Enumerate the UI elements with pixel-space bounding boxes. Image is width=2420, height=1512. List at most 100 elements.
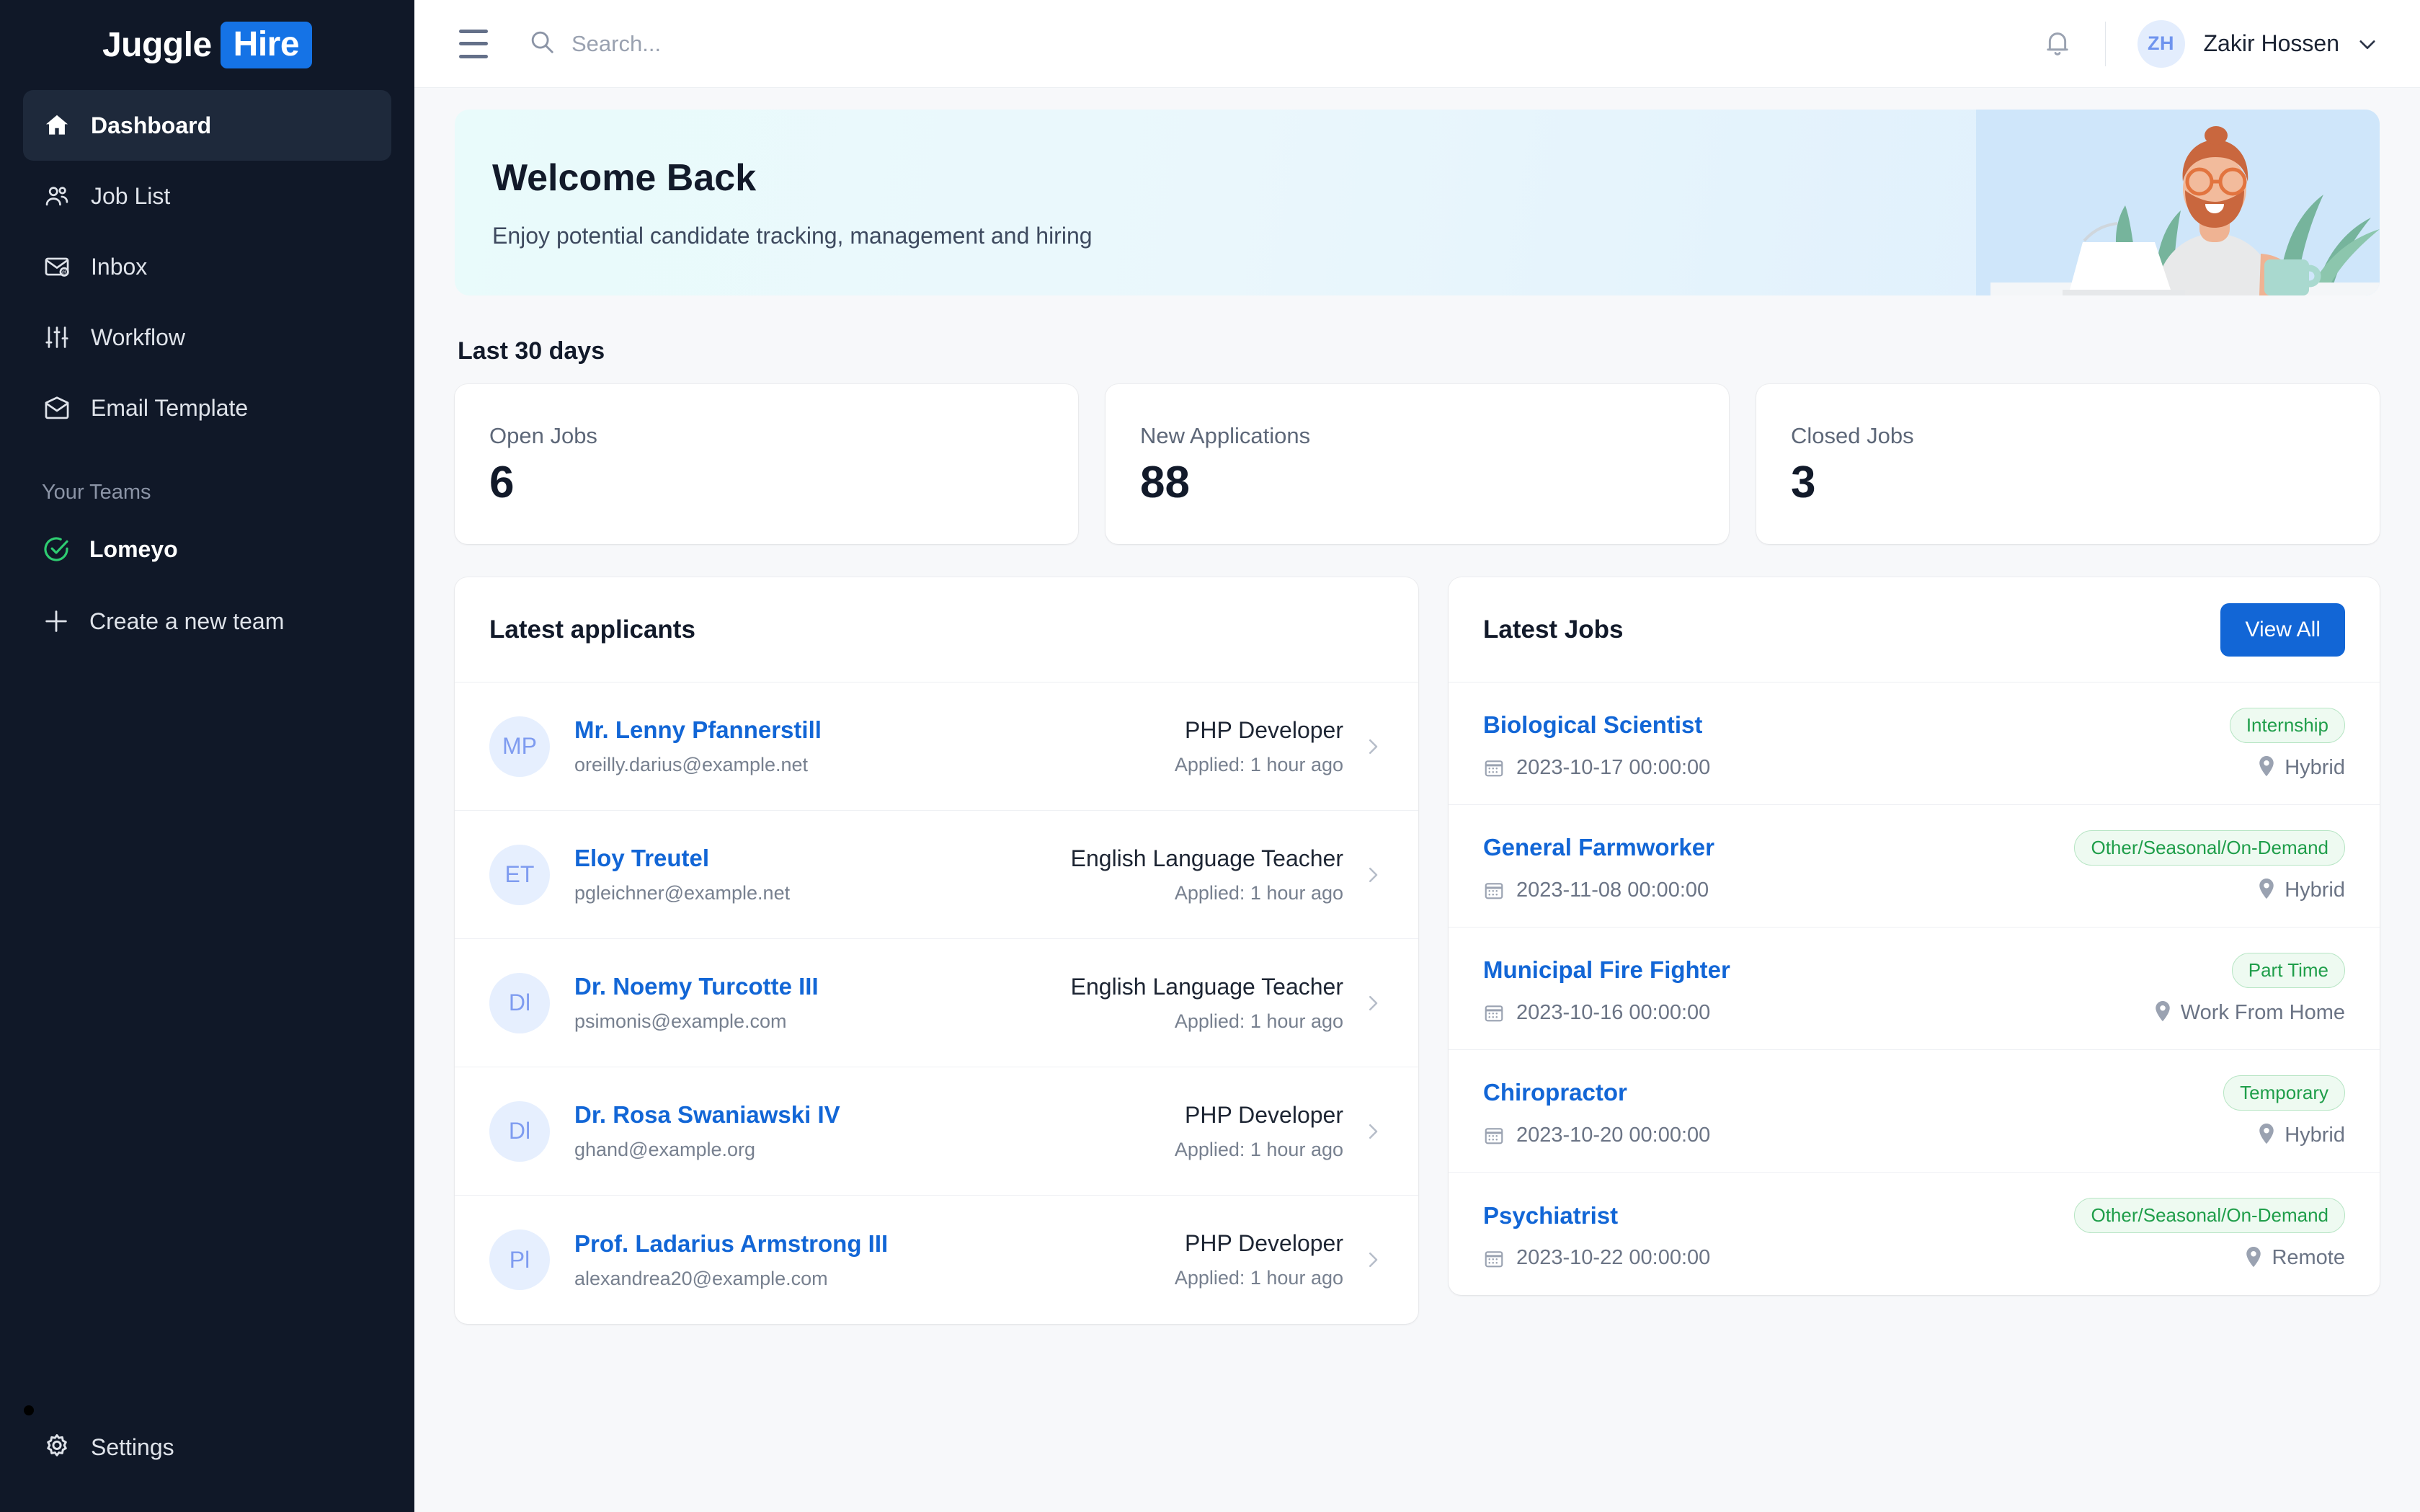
status-dot — [24, 1405, 34, 1415]
applicant-job: PHP Developer — [1185, 1230, 1343, 1256]
search-input[interactable] — [571, 30, 1004, 57]
applicant-name[interactable]: Eloy Treutel — [574, 845, 1071, 872]
chevron-down-icon[interactable] — [2355, 32, 2380, 56]
location-pin-icon — [2257, 756, 2276, 779]
plus-icon — [42, 607, 71, 636]
sidebar-item-dashboard[interactable]: Dashboard — [23, 90, 391, 161]
app-root: Juggle Hire Dashboard Job List @ Inbox W… — [0, 0, 2420, 1512]
calendar-icon — [1483, 1124, 1505, 1146]
sidebar: Juggle Hire Dashboard Job List @ Inbox W… — [0, 0, 414, 1512]
applicant-email: pgleichner@example.net — [574, 882, 791, 904]
applicant-email: alexandrea20@example.com — [574, 1267, 828, 1289]
calendar-icon — [1483, 1002, 1505, 1023]
topbar: ZH Zakir Hossen — [414, 0, 2420, 88]
job-date: 2023-10-17 00:00:00 — [1516, 755, 1711, 779]
applicant-email: psimonis@example.com — [574, 1010, 787, 1032]
list-item[interactable]: Chiropractor Temporary 2023-10-20 00:00:… — [1449, 1050, 2380, 1173]
list-item[interactable]: MP Mr. Lenny Pfannerstill oreilly.darius… — [455, 682, 1418, 811]
settings-label: Settings — [91, 1433, 174, 1460]
list-item[interactable]: Dl Dr. Noemy Turcotte III psimonis@examp… — [455, 939, 1418, 1067]
list-item[interactable]: General Farmworker Other/Seasonal/On-Dem… — [1449, 805, 2380, 928]
applicant-name[interactable]: Dr. Rosa Swaniawski IV — [574, 1101, 1175, 1129]
stat-value: 3 — [1791, 458, 1816, 507]
stats-cards: Open Jobs 6 New Applications 88 Closed J… — [455, 384, 2380, 544]
brand-word-juggle: Juggle — [102, 26, 212, 64]
job-date: 2023-10-16 00:00:00 — [1516, 1000, 1711, 1024]
user-name[interactable]: Zakir Hossen — [2204, 30, 2340, 57]
job-location: Remote — [2272, 1246, 2345, 1269]
list-item[interactable]: Biological Scientist Internship 2023-10-… — [1449, 682, 2380, 805]
banner-subtitle: Enjoy potential candidate tracking, mana… — [492, 222, 1093, 249]
applicant-applied: Applied: 1 hour ago — [1174, 753, 1343, 775]
avatar: ET — [489, 844, 550, 905]
search-box[interactable] — [528, 28, 2042, 59]
sidebar-item-label: Inbox — [91, 253, 148, 280]
applicant-applied: Applied: 1 hour ago — [1174, 1267, 1343, 1289]
inbox-mail-icon: @ — [42, 252, 72, 282]
job-location: Work From Home — [2180, 1000, 2345, 1024]
list-item[interactable]: Dl Dr. Rosa Swaniawski IV ghand@example.… — [455, 1067, 1418, 1196]
panel-title: Latest applicants — [489, 615, 695, 644]
email-template-icon — [42, 393, 72, 423]
chevron-right-icon[interactable] — [1362, 1121, 1384, 1142]
location-pin-icon — [2257, 879, 2276, 902]
applicant-name[interactable]: Dr. Noemy Turcotte III — [574, 973, 1071, 1000]
location-pin-icon — [2153, 1001, 2172, 1024]
applicant-name[interactable]: Mr. Lenny Pfannerstill — [574, 716, 1175, 744]
brand-logo[interactable]: Juggle Hire — [0, 0, 414, 90]
panel-title: Latest Jobs — [1483, 615, 1624, 644]
list-item[interactable]: Municipal Fire Fighter Part Time 2023-10… — [1449, 928, 2380, 1050]
status-badge: Internship — [2229, 707, 2345, 743]
illustration-person-at-desk — [1976, 110, 2380, 295]
calendar-icon — [1483, 1248, 1505, 1269]
view-all-button[interactable]: View All — [2220, 602, 2345, 657]
applicant-name[interactable]: Prof. Ladarius Armstrong III — [574, 1230, 1175, 1258]
home-icon — [42, 110, 72, 141]
search-icon — [528, 28, 556, 59]
chevron-right-icon[interactable] — [1362, 1249, 1384, 1271]
applicant-applied: Applied: 1 hour ago — [1174, 1010, 1343, 1032]
chevron-right-icon[interactable] — [1362, 864, 1384, 886]
chevron-right-icon[interactable] — [1362, 992, 1384, 1014]
create-new-team-button[interactable]: Create a new team — [0, 588, 414, 654]
job-title[interactable]: General Farmworker — [1483, 834, 1714, 861]
applicant-job: PHP Developer — [1185, 716, 1343, 743]
job-location: Hybrid — [2285, 1123, 2345, 1147]
location-pin-icon — [2257, 1124, 2276, 1147]
page-content: Welcome Back Enjoy potential candidate t… — [414, 88, 2420, 1512]
teams-section-label: Your Teams — [42, 481, 151, 504]
job-title[interactable]: Municipal Fire Fighter — [1483, 956, 1730, 984]
main-area: ZH Zakir Hossen Welcome Back Enjoy poten… — [414, 0, 2420, 1512]
panel-header: Latest Jobs View All — [1449, 577, 2380, 682]
stat-value: 88 — [1140, 458, 1190, 507]
applicant-job: PHP Developer — [1185, 1101, 1343, 1128]
sidebar-item-job-list[interactable]: Job List — [23, 161, 391, 231]
applicant-email: ghand@example.org — [574, 1139, 756, 1160]
list-item[interactable]: Psychiatrist Other/Seasonal/On-Demand 20… — [1449, 1173, 2380, 1295]
svg-text:@: @ — [62, 270, 67, 275]
list-item[interactable]: ET Eloy Treutel pgleichner@example.net E… — [455, 811, 1418, 939]
sidebar-item-workflow[interactable]: Workflow — [23, 302, 391, 373]
sidebar-item-inbox[interactable]: @ Inbox — [23, 231, 391, 302]
topbar-right: ZH Zakir Hossen — [2042, 19, 2380, 68]
job-title[interactable]: Chiropractor — [1483, 1079, 1627, 1106]
sidebar-item-settings[interactable]: Settings — [0, 1418, 414, 1476]
bell-icon[interactable] — [2042, 27, 2073, 61]
sliders-icon — [42, 322, 72, 352]
stat-card-new-applications: New Applications 88 — [1106, 384, 1729, 544]
hamburger-icon[interactable] — [459, 29, 492, 58]
applicant-job: English Language Teacher — [1070, 845, 1343, 871]
job-title[interactable]: Psychiatrist — [1483, 1202, 1618, 1229]
chevron-right-icon[interactable] — [1362, 736, 1384, 757]
job-date: 2023-11-08 00:00:00 — [1516, 878, 1709, 902]
sidebar-team-lomeyo[interactable]: Lomeyo — [0, 516, 414, 582]
avatar[interactable]: ZH — [2137, 19, 2185, 68]
list-item[interactable]: Pl Prof. Ladarius Armstrong III alexandr… — [455, 1196, 1418, 1324]
status-badge: Part Time — [2231, 952, 2345, 988]
job-date: 2023-10-20 00:00:00 — [1516, 1123, 1711, 1147]
job-title[interactable]: Biological Scientist — [1483, 711, 1702, 739]
sidebar-item-email-template[interactable]: Email Template — [23, 373, 391, 443]
applicant-applied: Applied: 1 hour ago — [1174, 1138, 1343, 1160]
avatar: Dl — [489, 972, 550, 1033]
stat-card-open-jobs: Open Jobs 6 — [455, 384, 1078, 544]
